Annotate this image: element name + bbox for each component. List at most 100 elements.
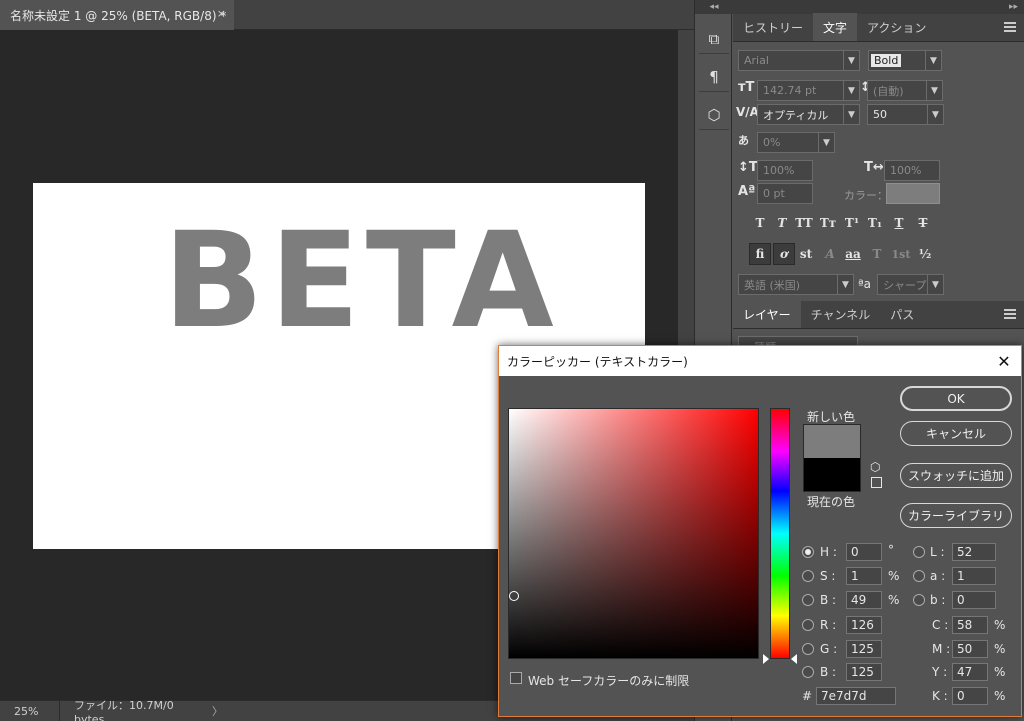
radio-lab-b[interactable] <box>913 594 925 606</box>
paragraph-icon[interactable]: ¶ <box>699 62 729 92</box>
ordinals-button[interactable]: 1st <box>890 243 912 265</box>
blue-input[interactable]: 125 <box>846 663 882 681</box>
ok-button[interactable]: OK <box>900 386 1012 411</box>
close-icon[interactable]: × <box>217 7 226 20</box>
chevron-down-icon: ▼ <box>843 51 859 70</box>
b-label: B : <box>820 593 837 607</box>
hex-input[interactable]: 7e7d7d <box>816 687 896 705</box>
close-icon[interactable]: ✕ <box>993 350 1015 372</box>
strikethrough-button[interactable]: T <box>912 212 934 234</box>
color-picker-dialog: カラーピッカー (テキストカラー) ✕ 新しい色 現在の色 ⬡ OK キャンセル… <box>498 345 1022 717</box>
fractions-button[interactable]: ½ <box>914 243 936 265</box>
panel-menu-icon[interactable] <box>1004 309 1016 319</box>
b-input[interactable]: 49 <box>846 591 882 609</box>
antialias-icon: ªa <box>858 277 872 291</box>
antialias-select[interactable]: シャープ ▼ <box>877 274 944 295</box>
expand-panels-icon[interactable]: ▸▸ <box>733 0 1024 14</box>
radio-a[interactable] <box>913 570 925 582</box>
hue-slider-handle-right[interactable] <box>791 654 797 664</box>
l-input[interactable]: 52 <box>952 543 996 561</box>
g-input[interactable]: 125 <box>846 640 882 658</box>
horizontal-scale-input[interactable]: 100% <box>884 160 940 181</box>
superscript-button[interactable]: T¹ <box>841 212 863 234</box>
faux-bold-button[interactable]: T <box>749 212 771 234</box>
small-caps-button[interactable]: Tт <box>817 212 839 234</box>
web-safe-warning-icon[interactable] <box>871 477 882 488</box>
a-label: a : <box>930 569 946 583</box>
add-to-swatches-button[interactable]: スウォッチに追加 <box>900 463 1012 488</box>
leading-input[interactable]: (自動) ▼ <box>867 80 943 101</box>
m-input[interactable]: 50 <box>952 640 988 658</box>
all-caps-button[interactable]: TT <box>793 212 815 234</box>
text-color-swatch[interactable] <box>886 183 940 204</box>
ligatures-button[interactable]: fi <box>749 243 771 265</box>
font-family-value: Arial <box>744 54 769 67</box>
tab-layers[interactable]: レイヤー <box>733 300 801 328</box>
chevron-down-icon: ▼ <box>926 81 942 100</box>
color-marker[interactable] <box>509 591 519 601</box>
font-size-icon: ᴛT <box>738 80 755 95</box>
character-panel-icon[interactable]: ⧉ <box>699 24 729 54</box>
panel-menu-icon[interactable] <box>1004 22 1016 32</box>
radio-s[interactable] <box>802 570 814 582</box>
underline-button[interactable]: T <box>888 212 910 234</box>
3d-icon[interactable]: ⬡ <box>699 100 729 130</box>
subscript-button[interactable]: T₁ <box>864 212 886 234</box>
vertical-scale-input[interactable]: 100% <box>757 160 813 181</box>
status-menu-arrow-icon[interactable]: 〉 <box>212 703 223 719</box>
dialog-titlebar[interactable]: カラーピッカー (テキストカラー) <box>499 346 1021 376</box>
stylistic-alternates-button[interactable]: aa <box>842 243 864 265</box>
web-safe-checkbox[interactable] <box>510 672 522 684</box>
tab-actions[interactable]: アクション <box>857 13 936 41</box>
hue-slider[interactable] <box>770 408 790 659</box>
tab-history[interactable]: ヒストリー <box>733 13 813 41</box>
document-tab[interactable]: 名称未設定 1 @ 25% (BETA, RGB/8) * × <box>0 0 234 30</box>
radio-l[interactable] <box>913 546 925 558</box>
tab-paths[interactable]: パス <box>880 300 924 328</box>
old-style-button[interactable]: ơ <box>773 243 795 265</box>
color-libraries-button[interactable]: カラーライブラリ <box>900 503 1012 528</box>
font-family-select[interactable]: Arial ▼ <box>738 50 860 71</box>
y-input[interactable]: 47 <box>952 663 988 681</box>
character-panel-tabs: ヒストリー 文字 アクション <box>733 13 1024 42</box>
c-input[interactable]: 58 <box>952 616 988 634</box>
chevron-down-icon: ▼ <box>818 133 834 152</box>
cancel-button[interactable]: キャンセル <box>900 421 1012 446</box>
radio-blue[interactable] <box>802 666 814 678</box>
tab-character[interactable]: 文字 <box>813 13 858 41</box>
collapse-panels-icon[interactable]: ◂◂ <box>695 0 733 14</box>
kerning-select[interactable]: オプティカル ▼ <box>757 104 860 125</box>
radio-b[interactable] <box>802 594 814 606</box>
c-label: C : <box>932 618 949 632</box>
faux-italic-button[interactable]: T <box>771 212 793 234</box>
k-input[interactable]: 0 <box>952 687 988 705</box>
font-style-select[interactable]: Bold ▼ <box>868 50 942 71</box>
m-unit: % <box>994 642 1006 656</box>
canvas-text-layer[interactable]: BETA <box>163 215 560 347</box>
tab-channels[interactable]: チャンネル <box>801 300 881 328</box>
baseline-shift-input[interactable]: 0 pt <box>757 183 813 204</box>
lab-b-input[interactable]: 0 <box>952 591 996 609</box>
tsume-select[interactable]: 0% ▼ <box>757 132 835 153</box>
discretionary-ligatures-button[interactable]: st <box>795 243 817 265</box>
chevron-down-icon: ▼ <box>927 105 943 124</box>
swash-button[interactable]: A <box>819 243 841 265</box>
saturation-brightness-field[interactable] <box>508 408 759 659</box>
h-input[interactable]: 0 <box>846 543 882 561</box>
r-input[interactable]: 126 <box>846 616 882 634</box>
hue-slider-handle-left[interactable] <box>763 654 769 664</box>
zoom-level[interactable]: 25% <box>0 701 60 721</box>
c-unit: % <box>994 618 1006 632</box>
out-of-gamut-cube-icon[interactable]: ⬡ <box>870 460 880 474</box>
language-select[interactable]: 英語 (米国) ▼ <box>738 274 854 295</box>
titling-alternates-button[interactable]: T <box>866 243 888 265</box>
a-input[interactable]: 1 <box>952 567 996 585</box>
radio-g[interactable] <box>802 643 814 655</box>
radio-r[interactable] <box>802 619 814 631</box>
font-size-input[interactable]: 142.74 pt ▼ <box>757 80 860 101</box>
current-color-swatch[interactable] <box>803 458 861 492</box>
radio-h[interactable] <box>802 546 814 558</box>
tracking-input[interactable]: 50 ▼ <box>867 104 944 125</box>
m-label: M : <box>932 642 951 656</box>
s-input[interactable]: 1 <box>846 567 882 585</box>
